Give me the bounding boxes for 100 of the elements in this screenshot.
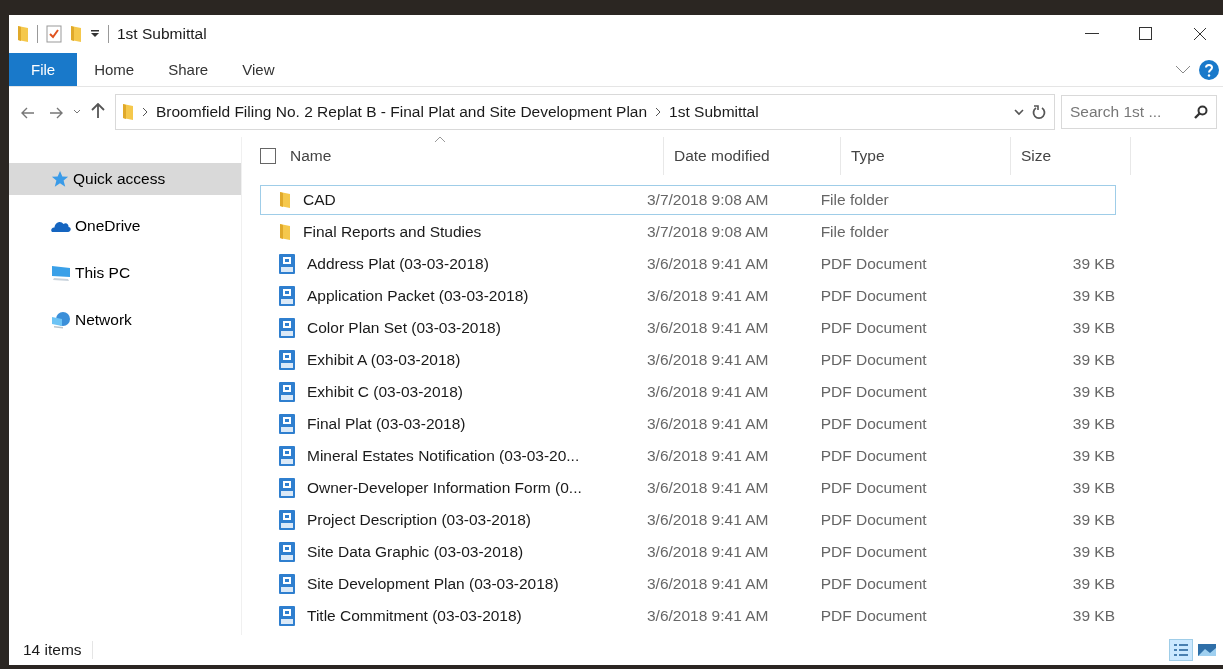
close-icon[interactable] [1193,27,1207,41]
computer-icon [51,264,71,282]
help-icon[interactable] [1199,59,1219,80]
pdf-file-icon [279,606,295,626]
pdf-file-icon [279,414,295,434]
folder-icon [279,223,291,241]
pdf-file-icon [279,350,295,370]
breadcrumb[interactable]: 1st Submittal [669,103,759,121]
file-name: Color Plan Set (03-03-2018) [307,319,501,337]
pdf-file-icon [279,254,295,274]
file-size: 39 KB [1072,255,1115,272]
file-type: PDF Document [820,511,927,528]
chevron-down-icon[interactable] [73,109,81,115]
file-name: Exhibit A (03-03-2018) [307,351,461,369]
file-type: PDF Document [820,255,927,272]
chevron-down-icon[interactable] [1175,64,1191,75]
file-type: PDF Document [820,383,927,400]
file-row[interactable]: Address Plat (03-03-2018) 3/6/2018 9:41 AM PDF Document 39 KB [260,249,1116,279]
pdf-file-icon [279,510,295,530]
pdf-file-icon [279,478,295,498]
sidebar-item[interactable]: Quick access [9,163,241,195]
date-modified: 3/6/2018 9:41 AM [646,479,769,496]
forward-arrow-icon[interactable] [49,106,63,119]
minimize-icon[interactable] [1085,33,1099,35]
file-row[interactable]: Color Plan Set (03-03-2018) 3/6/2018 9:41 AM PDF Document 39 KB [260,313,1116,343]
file-size: 39 KB [1072,319,1115,336]
sidebar-item[interactable]: OneDrive [9,210,241,242]
file-name: Mineral Estates Notification (03-03-20... [307,447,580,465]
file-size: 39 KB [1072,287,1115,304]
file-row[interactable]: Project Description (03-03-2018) 3/6/2018 9:41 AM PDF Document 39 KB [260,505,1116,535]
file-name: Application Packet (03-03-2018) [307,287,529,305]
ribbon-tab[interactable]: View [225,53,292,86]
column-header[interactable]: Date modified [664,137,841,175]
file-row[interactable]: Application Packet (03-03-2018) 3/6/2018 9:41 AM PDF Document 39 KB [260,281,1116,311]
list-icon [1173,643,1189,657]
file-size: 39 KB [1072,479,1115,496]
date-modified: 3/6/2018 9:41 AM [646,319,769,336]
column-header[interactable]: Name [290,137,664,175]
search-field[interactable]: Search 1st ... [1061,95,1217,129]
star-icon [51,170,69,188]
breadcrumb[interactable]: Broomfield Filing No. 2 Replat B - Final Plat and Site Development Plan [156,103,648,121]
file-row[interactable]: CAD 3/7/2018 9:08 AM File folder [260,185,1116,215]
column-header[interactable]: Type [841,137,1011,175]
ribbon-tab[interactable]: File [9,53,78,86]
file-name: CAD [303,191,336,209]
file-row[interactable]: Final Plat (03-03-2018) 3/6/2018 9:41 AM PDF Document 39 KB [260,409,1116,439]
search-icon [1194,105,1208,119]
maximize-icon[interactable] [1139,27,1153,41]
file-row[interactable]: Exhibit C (03-03-2018) 3/6/2018 9:41 AM PDF Document 39 KB [260,377,1116,407]
pdf-file-icon [279,542,295,562]
chevron-down-icon[interactable] [1014,108,1024,116]
pdf-file-icon [279,286,295,306]
ribbon-tab[interactable]: Share [151,53,226,86]
network-icon [51,311,71,329]
file-row[interactable]: Owner-Developer Information Form (0... 3/6/2018 9:41 AM PDF Document 39 KB [260,473,1116,503]
file-size: 39 KB [1072,383,1115,400]
refresh-icon[interactable] [1032,104,1046,120]
sidebar-item[interactable]: This PC [9,257,241,289]
back-arrow-icon[interactable] [21,106,35,119]
file-row[interactable]: Exhibit A (03-03-2018) 3/6/2018 9:41 AM PDF Document 39 KB [260,345,1116,375]
ribbon-tab[interactable]: Home [77,53,152,86]
address-bar[interactable]: Broomfield Filing No. 2 Replat B - Final Plat and Site Development Plan 1st Submittal [115,94,1055,130]
file-type: PDF Document [820,543,927,560]
dropdown-icon[interactable] [90,29,100,39]
sidebar-item[interactable]: Network [9,304,241,336]
date-modified: 3/6/2018 9:41 AM [646,415,769,432]
pdf-file-icon [279,446,295,466]
file-type: PDF Document [820,575,927,592]
up-arrow-icon[interactable] [91,102,105,119]
file-size: 39 KB [1072,511,1115,528]
date-modified: 3/6/2018 9:41 AM [646,543,769,560]
file-type: PDF Document [820,319,927,336]
thumbnail-view-icon[interactable] [1198,644,1216,656]
column-header[interactable]: Size [1011,137,1131,175]
date-modified: 3/6/2018 9:41 AM [646,447,769,464]
folder-icon [122,103,134,121]
file-row[interactable]: Site Development Plan (03-03-2018) 3/6/2018 9:41 AM PDF Document 39 KB [260,569,1116,599]
file-name: Site Development Plan (03-03-2018) [307,575,559,593]
date-modified: 3/6/2018 9:41 AM [646,351,769,368]
date-modified: 3/7/2018 9:08 AM [646,223,769,240]
file-row[interactable]: Mineral Estates Notification (03-03-20... 3/6/2018 9:41 AM PDF Document 39 KB [260,441,1116,471]
select-all-checkbox[interactable] [260,148,276,164]
file-size: 39 KB [1072,575,1115,592]
file-name: Project Description (03-03-2018) [307,511,531,529]
date-modified: 3/6/2018 9:41 AM [646,255,769,272]
file-type: PDF Document [820,447,927,464]
checkmark-icon[interactable] [46,25,62,43]
folder-icon [17,25,29,43]
file-type: PDF Document [820,287,927,304]
file-row[interactable]: Title Commitment (03-03-2018) 3/6/2018 9:41 AM PDF Document 39 KB [260,601,1116,631]
item-count: 14 items [23,641,93,659]
date-modified: 3/6/2018 9:41 AM [646,383,769,400]
file-name: Owner-Developer Information Form (0... [307,479,582,497]
details-view-button[interactable] [1169,639,1193,661]
folder-icon [279,191,291,209]
file-row[interactable]: Final Reports and Studies 3/7/2018 9:08 AM File folder [260,217,1116,247]
file-size: 39 KB [1072,447,1115,464]
file-row[interactable]: Site Data Graphic (03-03-2018) 3/6/2018 9:41 AM PDF Document 39 KB [260,537,1116,567]
date-modified: 3/7/2018 9:08 AM [646,191,769,208]
date-modified: 3/6/2018 9:41 AM [646,511,769,528]
